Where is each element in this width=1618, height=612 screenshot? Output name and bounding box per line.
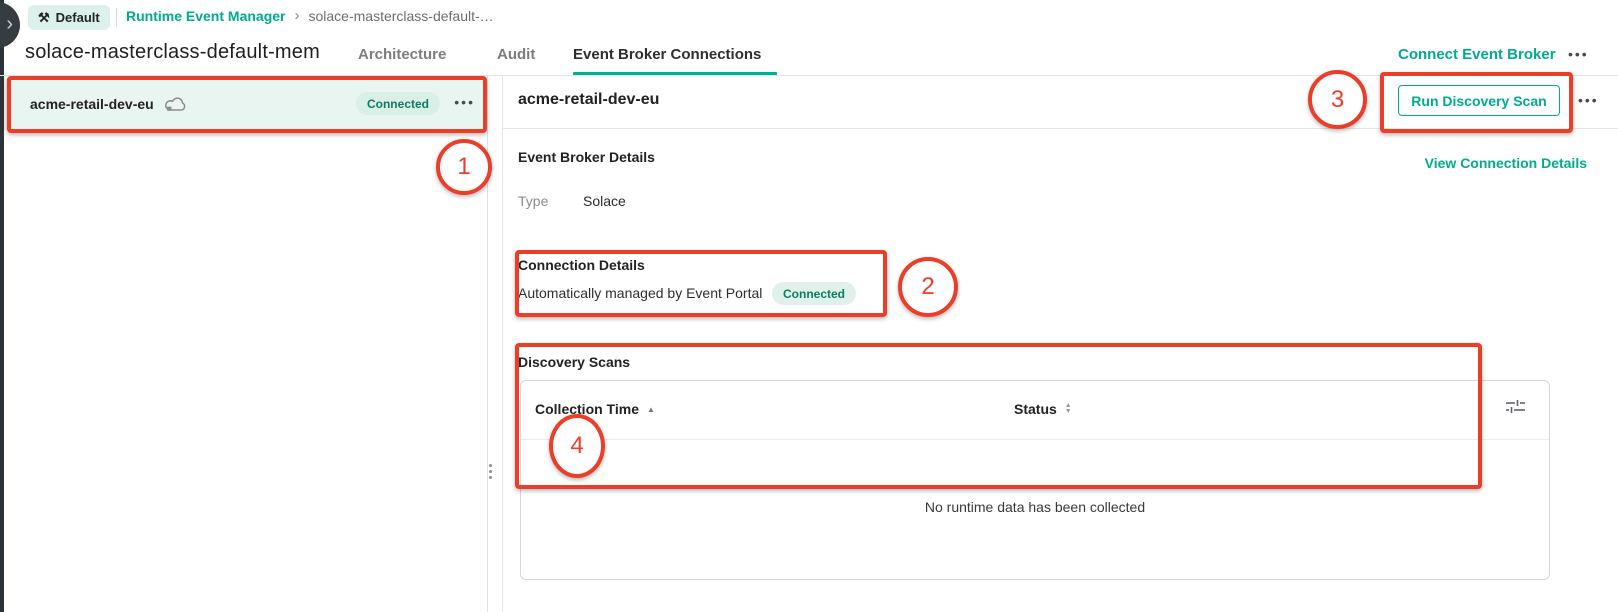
run-discovery-scan-button[interactable]: Run Discovery Scan — [1398, 85, 1560, 116]
main-panel-border — [502, 76, 503, 612]
connection-details-heading: Connection Details — [518, 257, 645, 273]
topbar-divider — [116, 8, 117, 27]
environment-badge[interactable]: ⚒ Default — [28, 5, 110, 30]
type-label: Type — [518, 193, 548, 209]
breadcrumb-separator-icon: › — [294, 7, 299, 24]
connection-status-badge: Connected — [772, 282, 856, 305]
sort-ascending-icon: ▲ — [647, 405, 655, 414]
page-title: solace-masterclass-default-mem — [25, 41, 320, 64]
page-overflow-menu-icon[interactable]: ••• — [1568, 46, 1589, 62]
broker-list-item-acme-retail-dev-eu[interactable]: acme-retail-dev-eu Connected ••• — [4, 78, 487, 130]
breadcrumb: Runtime Event Manager › solace-mastercla… — [126, 7, 494, 24]
column-header-status[interactable]: Status ▲▼ — [1014, 401, 1072, 417]
tab-event-broker-connections[interactable]: Event Broker Connections — [573, 46, 761, 63]
annotation-circle-2: 2 — [898, 257, 958, 317]
connect-event-broker-button[interactable]: Connect Event Broker — [1398, 46, 1556, 63]
breadcrumb-runtime-event-manager[interactable]: Runtime Event Manager — [126, 8, 285, 24]
connection-managed-text: Automatically managed by Event Portal — [518, 285, 762, 301]
environment-badge-label: Default — [56, 10, 100, 25]
expand-sidebar-toggle[interactable]: › — [0, 2, 20, 48]
type-value: Solace — [583, 193, 626, 209]
broker-item-name: acme-retail-dev-eu — [30, 96, 154, 112]
header-divider — [0, 75, 1618, 76]
broker-detail-title: acme-retail-dev-eu — [518, 91, 659, 109]
discovery-scans-heading: Discovery Scans — [518, 354, 630, 370]
column-header-collection-time[interactable]: Collection Time ▲ — [535, 401, 655, 417]
view-connection-details-link[interactable]: View Connection Details — [1425, 155, 1587, 171]
broker-status-badge: Connected — [356, 92, 440, 115]
discovery-scans-table: Collection Time ▲ Status ▲▼ No runtime d… — [520, 380, 1550, 580]
tab-audit[interactable]: Audit — [497, 46, 535, 63]
table-header-divider — [521, 439, 1549, 440]
broker-item-menu-icon[interactable]: ••• — [454, 94, 475, 110]
runtime-event-manager-page: › ⚒ Default Runtime Event Manager › sola… — [0, 0, 1618, 612]
broker-header-divider — [503, 128, 1618, 129]
status-label: Status — [1014, 401, 1057, 417]
tools-icon: ⚒ — [38, 10, 50, 26]
annotation-circle-3: 3 — [1308, 70, 1367, 129]
cloud-broker-icon — [164, 96, 187, 113]
breadcrumb-current: solace-masterclass-default-… — [308, 8, 493, 24]
annotation-circle-1: 1 — [436, 139, 492, 195]
sort-toggle-icon: ▲▼ — [1065, 403, 1072, 415]
table-empty-state: No runtime data has been collected — [521, 499, 1549, 515]
chevron-right-icon: › — [6, 13, 13, 35]
panel-resize-handle[interactable] — [489, 464, 492, 479]
table-settings-icon[interactable] — [1506, 399, 1525, 419]
collection-time-label: Collection Time — [535, 401, 639, 417]
event-broker-details-heading: Event Broker Details — [518, 149, 655, 165]
broker-overflow-menu-icon[interactable]: ••• — [1578, 92, 1599, 108]
tab-architecture[interactable]: Architecture — [358, 46, 446, 63]
left-panel-border — [487, 76, 488, 612]
